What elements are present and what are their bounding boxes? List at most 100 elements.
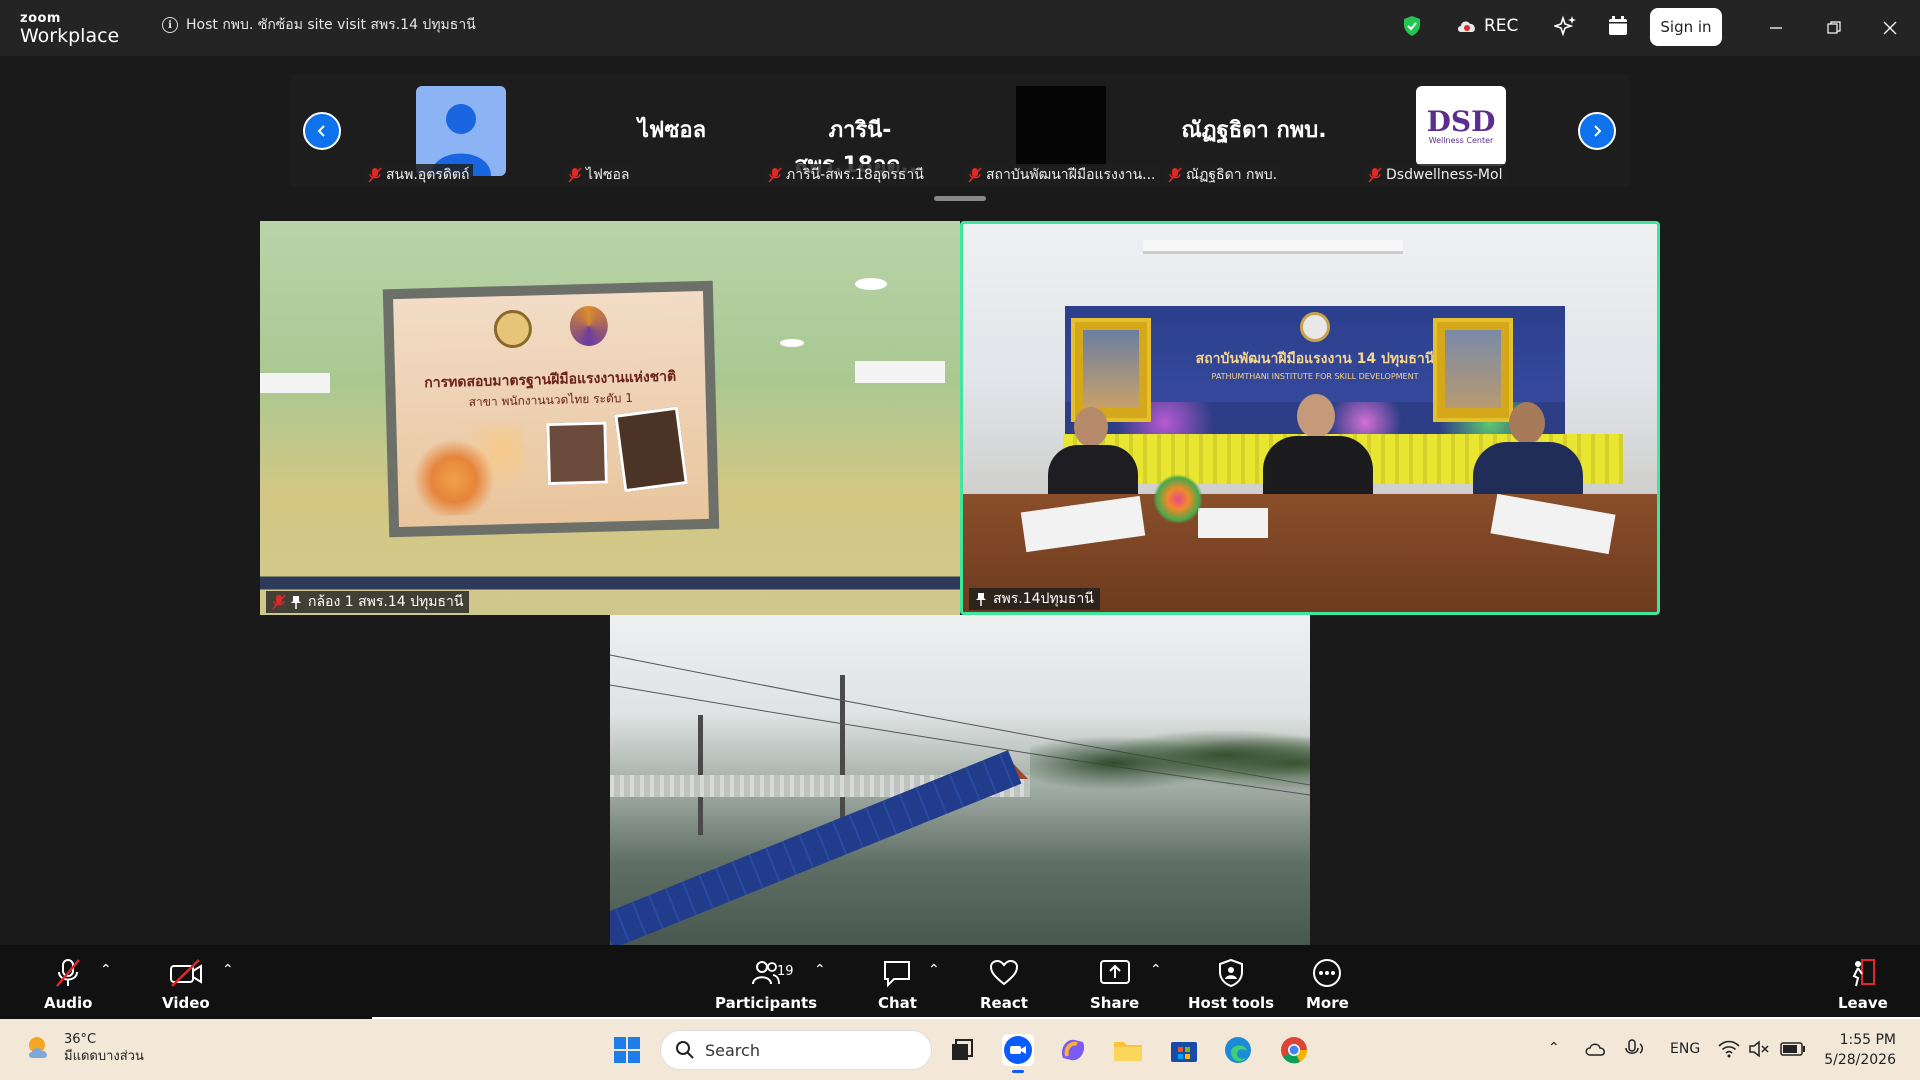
task-view-icon[interactable] [946,1034,978,1066]
video-label: สพร.14ปทุมธานี [969,588,1100,610]
participant-tile[interactable]: ไฟซอล ไฟซอล [564,82,756,188]
restore-icon[interactable] [1820,14,1848,42]
microsoft-store-icon[interactable] [1168,1034,1200,1066]
clock-time: 1:55 PM [1839,1032,1896,1048]
video-off-icon [169,959,202,987]
ceiling-light [780,339,804,347]
encryption-shield-icon[interactable] [1402,15,1422,37]
flower-vase [1153,474,1203,524]
more-button[interactable]: More [1306,958,1349,1012]
audio-button[interactable]: Audio [44,958,92,1012]
apps-icon[interactable] [1608,16,1628,36]
cloud-record-icon [1458,21,1475,32]
sign-flowers [404,423,527,517]
participant-name-label: ภารินี-สพร.18อุดรธานี [764,164,928,186]
ai-companion-icon[interactable] [1554,14,1578,38]
participant-display-name: ไฟซอล [637,118,707,143]
chevron-right-icon [1594,125,1602,137]
chat-options-chevron-up-icon[interactable]: ⌃ [928,962,940,978]
participant-tile[interactable]: ณัฏฐธิดา กพบ. ณัฏฐธิดา กพบ. [1164,82,1356,188]
participants-options-chevron-up-icon[interactable]: ⌃ [814,962,826,978]
emblem-icon [1300,312,1330,342]
video-tile-active-speaker[interactable]: สถาบันพัฒนาฝีมือแรงงาน 14 ปทุมธานี PATHU… [960,221,1660,615]
sign-photo [546,421,608,486]
share-options-chevron-up-icon[interactable]: ⌃ [1150,962,1162,978]
weather-widget[interactable]: 36°C มีแดดบางส่วน [24,1031,144,1065]
chat-button[interactable]: Chat [878,958,917,1012]
info-icon[interactable]: i [162,17,178,33]
chrome-browser-icon[interactable] [1278,1034,1310,1066]
chat-icon [884,961,911,988]
taskbar-search-box[interactable]: Search [660,1030,932,1070]
participant-video-thumbnail [1016,86,1106,166]
more-dots-icon [1313,959,1342,987]
strip-next-button[interactable] [1578,112,1616,150]
weather-temp: 36°C [64,1032,97,1047]
strip-scroll-indicator[interactable] [934,196,986,201]
rec-label: REC [1484,16,1519,36]
input-language[interactable]: ENG [1670,1041,1700,1057]
avatar [416,86,506,176]
video-options-chevron-up-icon[interactable]: ⌃ [222,962,234,978]
file-explorer-icon[interactable] [1112,1034,1144,1066]
chevron-left-icon [317,125,325,137]
clock-date: 5/28/2026 [1824,1052,1896,1068]
host-shield-icon [1219,958,1244,988]
mic-muted-icon [368,167,382,183]
participant-tile[interactable]: สถาบันพัฒนาฝีมือแรงงาน... [964,82,1160,188]
meeting-info[interactable]: i Host กพบ. ซักซ้อม site visit สพร.14 ปท… [162,14,476,36]
react-button[interactable]: React [980,958,1028,1012]
participant-tile[interactable]: สนพ.อุตรดิตถ์ [364,82,556,188]
air-conditioner [260,373,330,393]
air-conditioner [1143,240,1403,254]
participant-tile[interactable]: DSD Wellness Center Dsdwellness-Mol [1364,82,1556,188]
mic-muted-icon [1368,167,1382,183]
video-button[interactable]: Video [162,958,210,1012]
minimize-icon[interactable] [1762,14,1790,42]
zoom-app-icon[interactable] [1002,1034,1034,1073]
trees [1030,715,1310,795]
dsd-wellness-logo: DSD Wellness Center [1416,86,1506,166]
video-tile-camera-1[interactable]: การทดสอบมาตรฐานฝีมือแรงงานแห่งชาติ สาขา … [260,221,960,615]
participant-display-name: ณัฏฐธิดา กพบ. [1181,118,1327,143]
copilot-icon[interactable] [1057,1034,1089,1066]
show-hidden-icons-chevron-up-icon[interactable]: ⌃ [1548,1040,1560,1056]
participant-name-label: สนพ.อุตรดิตถ์ [364,164,474,186]
audio-options-chevron-up-icon[interactable]: ⌃ [100,962,112,978]
wifi-icon[interactable] [1718,1040,1740,1062]
weather-desc: มีแดดบางส่วน [64,1049,144,1064]
participant-tile[interactable]: ภารินี-สพร.18อุด... ภารินี-สพร.18อุดรธาน… [764,82,956,188]
sign-photo [614,406,688,493]
ceiling-light [855,278,887,290]
partly-sunny-icon [29,1037,47,1058]
mic-muted-icon [1168,167,1182,183]
person-right [1473,402,1583,508]
share-button[interactable]: Share [1090,958,1139,1012]
video-tile-pond-view[interactable] [610,615,1310,945]
cloud-recording-indicator[interactable]: REC [1456,16,1518,36]
video-label: กล้อง 1 สพร.14 ปทุมธานี [266,591,470,613]
onedrive-cloud-icon[interactable] [1584,1040,1608,1062]
participant-name-label: ณัฏฐธิดา กพบ. [1164,164,1282,186]
strip-prev-button[interactable] [303,112,341,150]
air-conditioner [855,361,945,383]
mic-muted-icon [568,167,582,183]
battery-icon[interactable] [1780,1042,1806,1060]
share-screen-icon [1099,960,1130,984]
logo-zoom-text: zoom [20,11,61,26]
person-icon [431,104,491,176]
sign-board: การทดสอบมาตรฐานฝีมือแรงงานแห่งชาติ สาขา … [382,280,720,538]
system-clock[interactable]: 1:55 PM 5/28/2026 [1820,1030,1896,1070]
participants-button[interactable]: Participants [715,958,817,1012]
leave-button[interactable]: Leave [1838,958,1888,1012]
volume-muted-icon[interactable] [1748,1040,1770,1062]
sign-in-button[interactable]: Sign in [1650,8,1722,46]
mic-muted-icon [968,167,982,183]
mic-muted-icon [768,167,782,183]
close-icon[interactable] [1876,14,1904,42]
edge-browser-icon[interactable] [1222,1034,1254,1066]
start-windows-icon[interactable] [611,1034,643,1066]
sign-swirl-icon [569,305,609,347]
mic-in-use-icon[interactable] [1624,1038,1648,1064]
host-tools-button[interactable]: Host tools [1188,958,1274,1012]
